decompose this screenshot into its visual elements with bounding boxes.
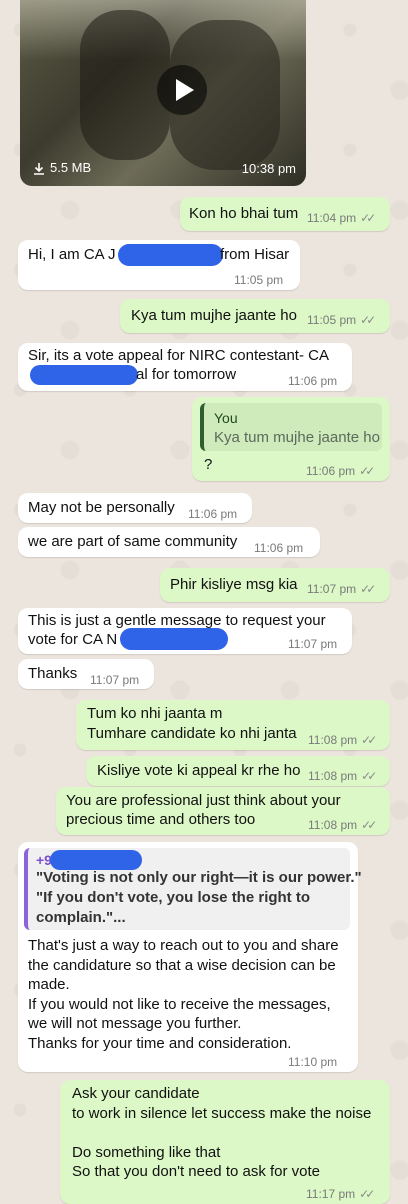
redaction-mark <box>118 244 223 266</box>
video-message[interactable]: 5.5 MB 10:38 pm <box>20 0 306 186</box>
message-text: ? <box>204 456 213 473</box>
message-text: Tum ko nhi jaanta m <box>87 705 223 722</box>
message-time: 11:05 pm <box>234 273 284 287</box>
play-icon[interactable] <box>157 65 207 115</box>
message-time: 11:06 pm <box>188 507 238 521</box>
message-text: Ask your candidate to work in silence le… <box>72 1085 372 1180</box>
message-time: 11:05 pm <box>307 313 357 327</box>
message-text: we are part of same community <box>28 533 238 550</box>
read-ticks-icon: ✓✓ <box>359 1187 375 1201</box>
outgoing-message[interactable]: Tum ko nhi jaanta m Tumhare candidate ko… <box>76 700 390 750</box>
message-time: 11:17 pm <box>306 1187 356 1201</box>
message-time: 11:06 pm <box>254 541 304 555</box>
message-text: al for tomorrow <box>136 366 237 383</box>
message-text: Kon ho bhai tum <box>189 205 299 222</box>
read-ticks-icon: ✓✓ <box>361 733 377 747</box>
quote-text: complain."... <box>36 909 126 926</box>
message-time: 11:07 pm <box>288 637 338 651</box>
incoming-message[interactable]: Thanks 11:07 pm <box>18 659 154 689</box>
read-ticks-icon: ✓✓ <box>360 582 376 596</box>
message-text: Kya tum mujhe jaante ho <box>131 307 297 324</box>
quoted-message[interactable]: +9 "Voting is not only our right—it is o… <box>24 848 362 930</box>
message-text: Hi, I am CA J <box>28 246 116 263</box>
download-button[interactable]: 5.5 MB <box>32 160 91 176</box>
message-time: 11:07 pm <box>307 582 357 596</box>
outgoing-message[interactable]: Phir kisliye msg kia 11:07 pm ✓✓ <box>160 568 390 602</box>
incoming-message[interactable]: we are part of same community 11:06 pm <box>18 527 320 557</box>
message-time: 11:08 pm <box>308 733 358 747</box>
message-time: 11:06 pm <box>288 374 338 388</box>
incoming-reply-message[interactable]: +9 "Voting is not only our right—it is o… <box>18 842 362 1072</box>
outgoing-message[interactable]: Ask your candidate to work in silence le… <box>60 1080 390 1204</box>
outgoing-message[interactable]: Kya tum mujhe jaante ho 11:05 pm ✓✓ <box>120 299 390 333</box>
message-text: vote for CA N <box>28 631 118 648</box>
redaction-mark <box>120 628 228 650</box>
incoming-message[interactable]: This is just a gentle message to request… <box>18 608 352 654</box>
message-text: Thanks <box>28 665 78 682</box>
read-ticks-icon: ✓✓ <box>360 211 376 225</box>
message-text: You are professional just think about yo… <box>66 792 341 809</box>
message-time: 11:10 pm <box>288 1055 338 1069</box>
download-icon <box>34 163 44 175</box>
quote-author: You <box>214 410 238 426</box>
incoming-message[interactable]: May not be personally 11:06 pm <box>18 493 252 523</box>
redaction-mark <box>50 850 142 870</box>
outgoing-message[interactable]: Kon ho bhai tum 11:04 pm ✓✓ <box>180 197 390 231</box>
read-ticks-icon: ✓✓ <box>359 464 375 478</box>
message-text: Kisliye vote ki appeal kr rhe ho <box>97 762 301 779</box>
message-time: 11:08 pm <box>308 818 358 832</box>
incoming-message[interactable]: Sir, its a vote appeal for NIRC contesta… <box>18 343 352 391</box>
quote-text: Kya tum mujhe jaante ho <box>214 429 380 446</box>
message-text: Tumhare candidate ko nhi janta <box>87 725 297 742</box>
message-time: 10:38 pm <box>241 161 296 176</box>
quote-text: "If you don't vote, you lose the right t… <box>36 889 311 906</box>
message-time: 11:07 pm <box>90 673 140 687</box>
message-time: 11:04 pm <box>307 211 357 225</box>
message-text: from Hisar <box>220 246 290 263</box>
quote-text: "Voting is not only our right—it is our … <box>36 869 362 886</box>
read-ticks-icon: ✓✓ <box>360 313 376 327</box>
read-ticks-icon: ✓✓ <box>361 818 377 832</box>
message-time: 11:08 pm <box>308 769 358 783</box>
message-text: Phir kisliye msg kia <box>170 576 298 593</box>
outgoing-message[interactable]: Kisliye vote ki appeal kr rhe ho 11:08 p… <box>86 756 390 786</box>
outgoing-reply-message[interactable]: You Kya tum mujhe jaante ho ? 11:06 pm ✓✓ <box>192 397 390 481</box>
file-size: 5.5 MB <box>50 160 92 176</box>
message-text: May not be personally <box>28 499 175 516</box>
message-text: Sir, its a vote appeal for NIRC contesta… <box>28 347 329 364</box>
read-ticks-icon: ✓✓ <box>361 769 377 783</box>
redaction-mark <box>30 365 138 385</box>
message-time: 11:06 pm <box>306 464 356 478</box>
outgoing-message[interactable]: You are professional just think about yo… <box>56 787 390 835</box>
incoming-message[interactable]: Hi, I am CA J from Hisar 11:05 pm <box>18 240 300 290</box>
quoted-message[interactable]: You Kya tum mujhe jaante ho <box>200 403 382 451</box>
message-text: precious time and others too <box>66 811 256 828</box>
message-text: That's just a way to reach out to you an… <box>28 937 339 1052</box>
